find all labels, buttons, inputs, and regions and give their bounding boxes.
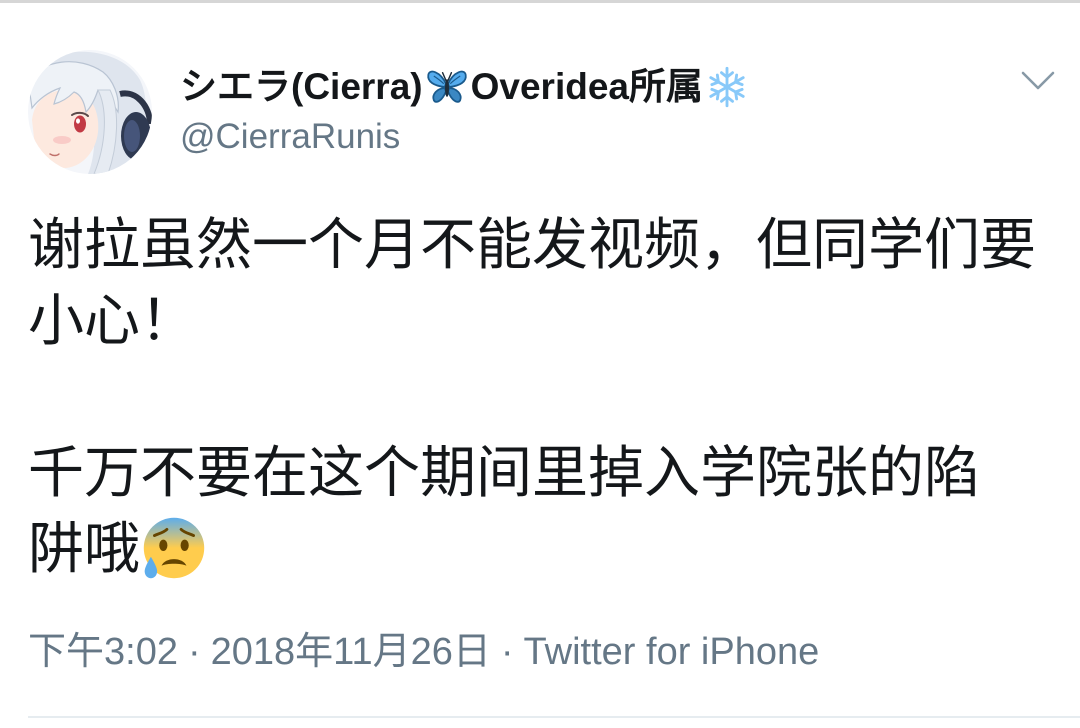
tweet-text-line: 千万不要在这个期间里掉入学院张的陷 — [28, 441, 980, 504]
display-name[interactable]: シエラ(Cierra) Overidea所属 — [180, 64, 751, 110]
tweet-text-line: 阱哦 — [28, 511, 1068, 587]
tweet-meta: 下午3:02 · 2018年11月26日 · Twitter for iPhone — [28, 628, 819, 676]
tweet-paragraph: 谢拉虽然一个月不能发视频，但同学们要 小心！ — [28, 207, 1068, 359]
tweet-text-line: 小心！ — [28, 289, 196, 352]
snowflake-icon — [705, 65, 749, 109]
chevron-down-icon[interactable] — [1018, 66, 1058, 96]
user-handle[interactable]: @CierraRunis — [180, 114, 400, 160]
avatar[interactable] — [28, 50, 152, 174]
meta-separator: · — [187, 631, 201, 673]
avatar-image — [28, 50, 152, 174]
tweet-text-segment: 阱哦 — [28, 517, 140, 580]
tweet-text-line: 谢拉虽然一个月不能发视频，但同学们要 — [28, 213, 1036, 276]
bottom-divider — [28, 716, 1080, 718]
anxious-face-with-sweat-icon — [142, 516, 206, 580]
tweet-source-link[interactable]: Twitter for iPhone — [524, 631, 820, 673]
butterfly-icon — [425, 67, 469, 107]
tweet-text: 谢拉虽然一个月不能发视频，但同学们要 小心！ 千万不要在这个期间里掉入学院张的陷… — [28, 207, 1068, 587]
top-border — [0, 0, 1080, 3]
tweet-date: 2018年11月26日 — [210, 631, 491, 673]
tweet-time: 下午3:02 — [28, 631, 178, 673]
display-name-part-2: Overidea所属 — [470, 66, 703, 107]
display-name-part-1: シエラ(Cierra) — [180, 66, 423, 107]
meta-separator: · — [500, 631, 514, 673]
tweet-paragraph: 千万不要在这个期间里掉入学院张的陷 阱哦 — [28, 435, 1068, 587]
